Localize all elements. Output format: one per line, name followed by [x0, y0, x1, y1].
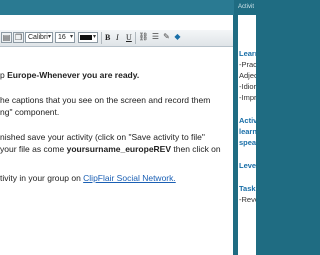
sidebar-title: Activit [236, 0, 256, 15]
sidebar-content: Learn -Pract Adjec -Idior -Impr Activ le… [236, 15, 256, 255]
bold-button[interactable]: B [105, 32, 110, 43]
paste-icon[interactable]: ▤ [1, 32, 12, 43]
sidebar-heading: learn [239, 127, 256, 136]
font-family-select[interactable]: Calibri ▾ [25, 32, 53, 43]
chevron-down-icon: ▾ [92, 34, 96, 40]
editor-title-bar [0, 0, 234, 15]
instruction-text: then click on [171, 144, 221, 154]
chevron-down-icon: ▾ [69, 34, 73, 40]
sidebar-item: -Revo [239, 195, 256, 204]
instruction-text: your file as come [0, 144, 67, 154]
sidebar-item: -Impr [239, 93, 256, 102]
underline-button[interactable]: U [126, 32, 132, 43]
highlight-icon[interactable]: ◆ [172, 32, 183, 43]
font-family-value: Calibri [28, 34, 48, 41]
sidebar-heading: Task [239, 184, 256, 193]
link-icon[interactable]: ⛓ [138, 32, 149, 43]
instruction-line: ng" component. [0, 107, 60, 117]
color-swatch [80, 35, 92, 40]
instruction-text: tivity in your group on [0, 173, 84, 183]
align-icon[interactable]: ☰ [150, 32, 161, 43]
sidebar-heading: Activ [239, 116, 256, 125]
font-size-select[interactable]: 16 ▾ [55, 32, 75, 43]
filename-text: yoursurname_europeREV [66, 144, 172, 154]
sidebar-item: -Pract [239, 60, 256, 69]
italic-button[interactable]: I [116, 32, 119, 43]
sidebar-heading: speal [239, 138, 256, 147]
font-color-picker[interactable]: ▾ [78, 32, 98, 43]
chevron-down-icon: ▾ [47, 34, 51, 40]
sidebar-heading: Learn [239, 49, 256, 58]
activity-sidebar: Activit Learn -Pract Adjec -Idior -Impr … [236, 0, 256, 255]
toolbar-divider [135, 32, 136, 44]
instruction-line: tivity in your group on ClipFlair Social… [0, 172, 176, 184]
social-network-link[interactable]: ClipFlair Social Network. [83, 173, 176, 183]
instruction-line: p Europe-Whenever you are ready. [0, 69, 139, 81]
instruction-text: . [136, 70, 140, 80]
instruction-bold-text: Europe-Whenever you are ready [7, 70, 137, 80]
sidebar-heading: Level [239, 161, 256, 170]
instruction-line: he captions that you see on the screen a… [0, 95, 211, 105]
formatting-toolbar: ▤ ❐ Calibri ▾ 16 ▾ ▾ B I U ⛓ ☰ ✎ ◆ [0, 30, 234, 47]
sidebar-item: -Idior [239, 82, 256, 91]
font-size-value: 16 [58, 34, 66, 41]
instruction-line: your file as come yoursurname_europeREV … [0, 143, 221, 155]
edit-icon[interactable]: ✎ [161, 32, 172, 43]
copy-icon[interactable]: ❐ [13, 32, 24, 43]
toolbar-divider [101, 32, 102, 44]
instruction-line: nished save your activity (click on "Sav… [0, 132, 205, 142]
sidebar-item: Adjec [239, 71, 256, 80]
